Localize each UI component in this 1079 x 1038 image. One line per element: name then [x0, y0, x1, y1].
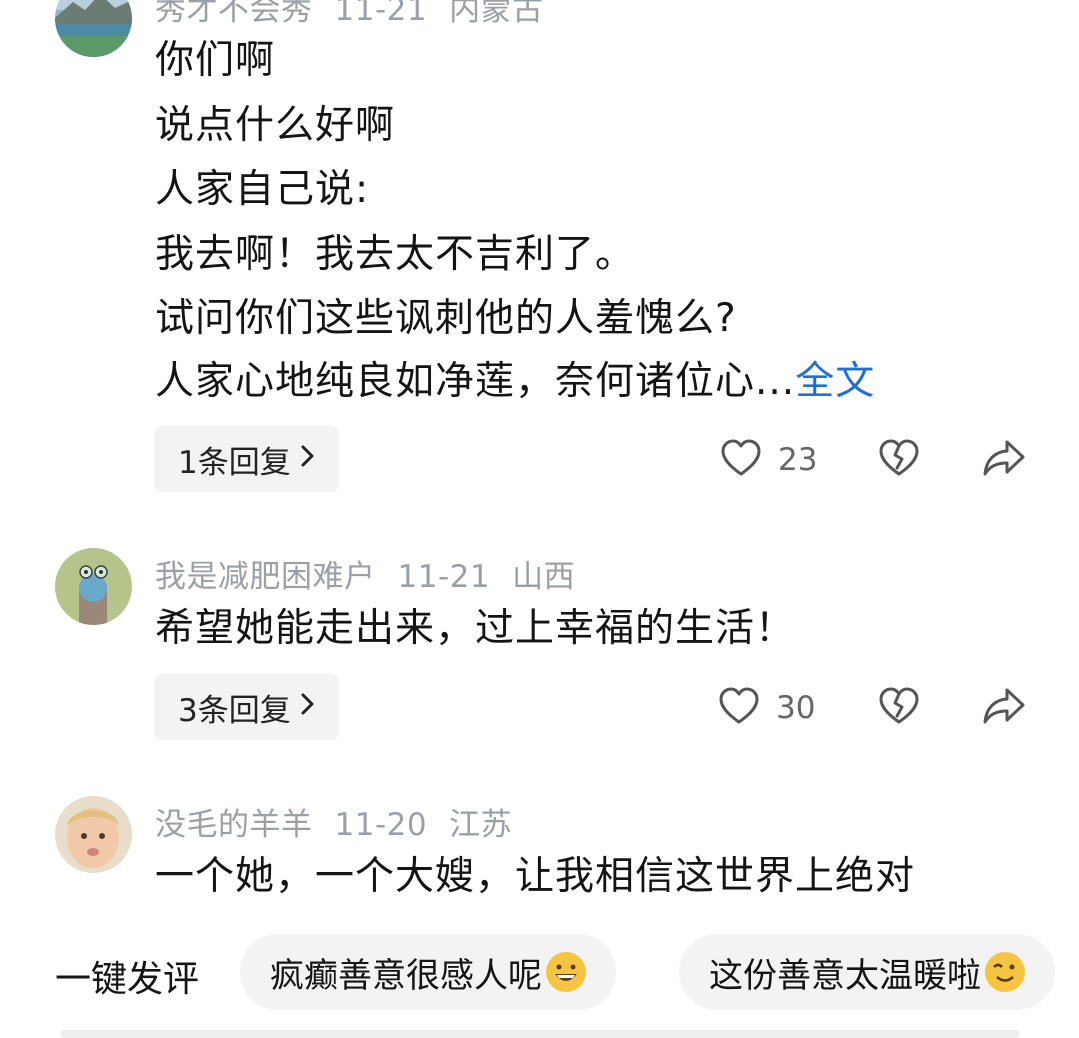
broken-heart-icon: [878, 686, 920, 730]
comment-text-line: 试问你们这些讽刺他的人羞愧么?: [155, 296, 737, 341]
comment-date: 11-20: [334, 807, 428, 843]
comment-text-line: 你们啊: [155, 38, 276, 83]
dislike-button[interactable]: [878, 438, 920, 482]
chevron-right-icon: [301, 444, 315, 474]
avatar[interactable]: [55, 796, 132, 873]
quick-comment-label: 一键发评: [55, 959, 200, 1000]
quick-comment-option[interactable]: 疯癫善意很感人呢: [240, 934, 616, 1010]
quick-comment-bar: 一键发评 疯癫善意很感人呢 这份善意太温暖啦: [0, 934, 1079, 1010]
comment-meta: 没毛的羊羊 11-20 江苏: [155, 799, 534, 844]
quick-comment-text: 这份善意太温暖啦: [709, 955, 981, 996]
share-button[interactable]: [982, 686, 1026, 730]
comment-meta: 秀才不会秀 11-21 内蒙古: [155, 0, 566, 29]
comment-input-bar[interactable]: [60, 1030, 1020, 1038]
quick-comment-option[interactable]: 这份善意太温暖啦: [679, 934, 1055, 1010]
heart-icon: [720, 438, 762, 482]
like-count: 30: [776, 690, 816, 726]
comment-text-line: 希望她能走出来，过上幸福的生活！: [155, 606, 796, 651]
avatar[interactable]: [55, 548, 132, 625]
username[interactable]: 我是减肥困难户: [155, 559, 376, 595]
comment-location: 江苏: [449, 807, 513, 843]
heart-icon: [718, 686, 760, 730]
reply-count-label: 1条回复: [178, 444, 291, 481]
share-button[interactable]: [982, 438, 1026, 482]
view-replies-button[interactable]: 3条回复: [154, 674, 339, 740]
like-button[interactable]: 30: [718, 686, 815, 730]
broken-heart-icon: [878, 438, 920, 482]
comment-date: 11-21: [334, 0, 428, 28]
username[interactable]: 没毛的羊羊: [155, 807, 313, 843]
like-button[interactable]: 23: [720, 438, 817, 482]
grinning-emoji-icon: [546, 952, 586, 992]
comment-text-line: 人家心地纯良如净莲，奈何诸位心...全文: [155, 362, 875, 401]
comment-text-line: 说点什么好啊: [155, 103, 396, 148]
share-arrow-icon: [982, 438, 1026, 482]
view-replies-button[interactable]: 1条回复: [154, 426, 339, 492]
expand-full-text-link[interactable]: 全文: [795, 359, 875, 404]
avatar[interactable]: [55, 0, 132, 57]
winking-emoji-icon: [985, 952, 1025, 992]
dislike-button[interactable]: [878, 686, 920, 730]
like-count: 23: [778, 442, 818, 478]
reply-count-label: 3条回复: [178, 692, 291, 729]
quick-comment-text: 疯癫善意很感人呢: [270, 955, 542, 996]
comment-text-line: 人家自己说:: [155, 167, 370, 212]
comment-text-line: 一个她，一个大嫂，让我相信这世界上绝对: [155, 854, 916, 899]
share-arrow-icon: [982, 686, 1026, 730]
comment-meta: 我是减肥困难户 11-21 山西: [155, 551, 597, 596]
username[interactable]: 秀才不会秀: [155, 0, 313, 28]
chevron-right-icon: [301, 692, 315, 722]
comment-date: 11-21: [397, 559, 491, 595]
comment-text-line: 我去啊！我去太不吉利了。: [155, 232, 636, 277]
comment-text-truncated: 人家心地纯良如净莲，奈何诸位心...: [155, 359, 796, 404]
comment-location: 山西: [512, 559, 576, 595]
comment-location: 内蒙古: [449, 0, 544, 28]
